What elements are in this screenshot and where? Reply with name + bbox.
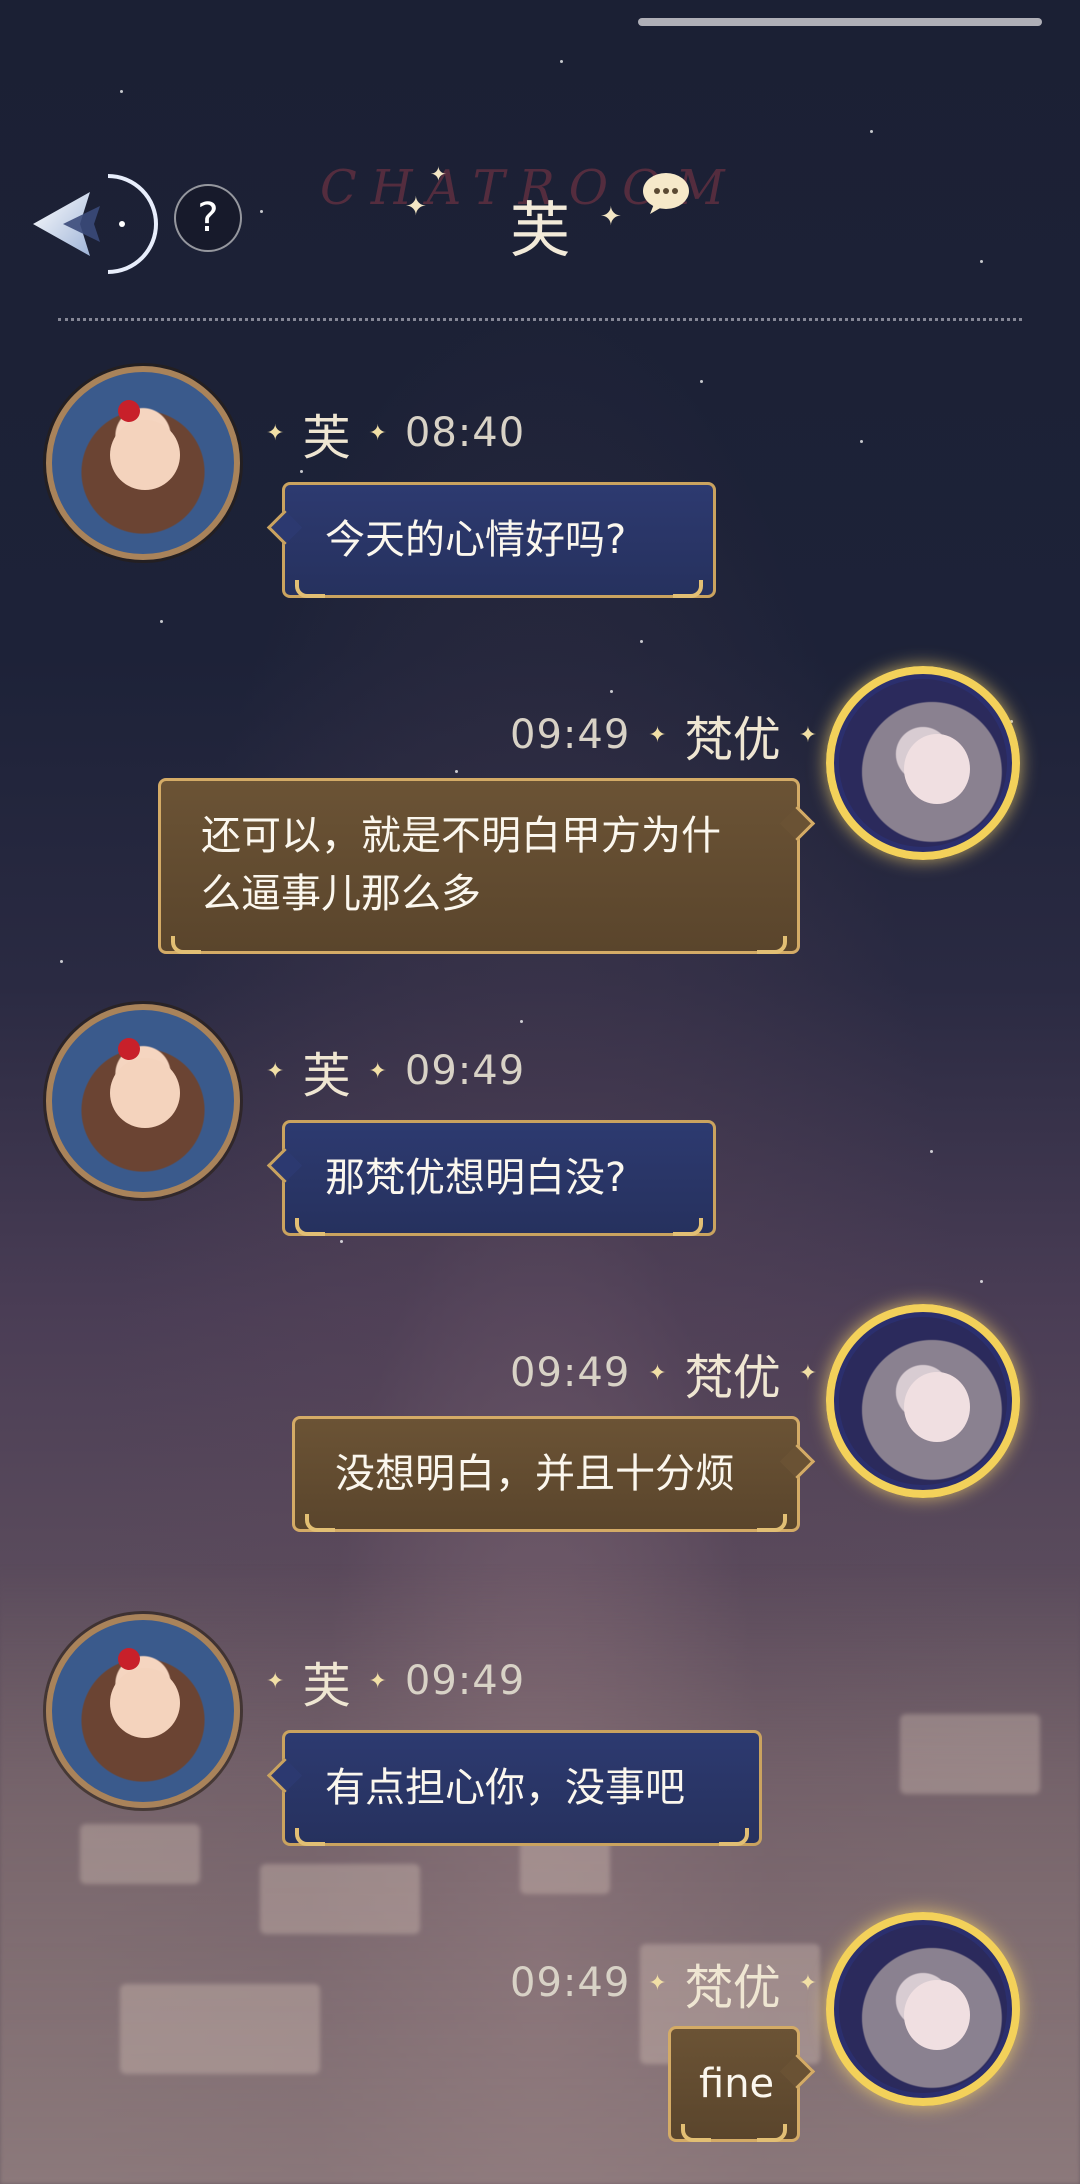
sparkle-icon: ✦ (648, 722, 667, 748)
sparkle-icon: ✦ (266, 1668, 285, 1694)
bubble-corner (305, 1514, 335, 1532)
bubble-corner (295, 1218, 325, 1236)
message-bubble[interactable]: 今天的心情好吗? (266, 482, 716, 598)
bubble-corner (673, 1218, 703, 1236)
message-time: 09:49 (404, 1658, 526, 1704)
bubble-corner (757, 2124, 787, 2142)
message-text: 还可以，就是不明白甲方为什么逼事儿那么多 (201, 813, 721, 917)
bubble-corner (295, 580, 325, 598)
bubble-tail (266, 1147, 303, 1184)
message-bubble[interactable]: fine (668, 2026, 816, 2142)
header-divider (58, 318, 1022, 321)
rose-decoration (118, 400, 140, 422)
avatar-face (110, 1668, 180, 1738)
message-time: 09:49 (510, 1350, 631, 1396)
bubble-tail (779, 1443, 816, 1480)
message-text: 那梵优想明白没? (325, 1155, 627, 1201)
sparkle-icon: ✦ (600, 202, 622, 232)
chat-header: ? CHATROOM ✦ ✦ 芙 ✦ (0, 150, 1080, 300)
bubble-tail (779, 805, 816, 842)
sender-name: 芙 (302, 410, 351, 466)
message-meta: 09:49 ✦ 梵优 ✦ (510, 1338, 817, 1408)
message-bubble[interactable]: 还可以，就是不明白甲方为什么逼事儿那么多 (158, 778, 816, 954)
avatar-fanyou[interactable] (826, 1304, 1020, 1498)
avatar-fanyou[interactable] (826, 1912, 1020, 2106)
bubble-corner (673, 580, 703, 598)
avatar-face (904, 1980, 970, 2050)
sparkle-icon: ✦ (648, 1970, 667, 1996)
bubble-corner (295, 1828, 325, 1846)
message-bubble[interactable]: 那梵优想明白没? (266, 1120, 716, 1236)
message-time: 09:49 (510, 712, 631, 758)
avatar-fu[interactable] (46, 1614, 240, 1808)
sparkle-icon: ✦ (368, 1058, 387, 1084)
sparkle-icon: ✦ (798, 1360, 818, 1386)
sparkle-icon: ✦ (648, 1360, 667, 1386)
avatar-face (904, 734, 970, 804)
rose-decoration (118, 1648, 140, 1670)
sparkle-icon: ✦ (266, 1058, 285, 1084)
sender-name: 梵优 (684, 1350, 781, 1406)
bubble-corner (681, 2124, 711, 2142)
sender-name: 芙 (302, 1658, 351, 1714)
avatar-face (904, 1372, 970, 1442)
message-text: fine (699, 2061, 775, 2107)
message-meta: ✦ 芙 ✦ 09:49 (266, 1646, 525, 1716)
bubble-corner (757, 936, 787, 954)
message-text: 有点担心你，没事吧 (325, 1765, 685, 1811)
sparkle-icon: ✦ (368, 1668, 387, 1694)
avatar-fu[interactable] (46, 1004, 240, 1198)
bubble-corner (171, 936, 201, 954)
message-text: 没想明白，并且十分烦 (335, 1451, 735, 1497)
rose-decoration (118, 1038, 140, 1060)
avatar-face (110, 1058, 180, 1128)
avatar-fu[interactable] (46, 366, 240, 560)
message-meta: ✦ 芙 ✦ 09:49 (266, 1036, 525, 1106)
bubble-corner (757, 1514, 787, 1532)
avatar-fanyou[interactable] (826, 666, 1020, 860)
sender-name: 芙 (302, 1048, 351, 1104)
message-meta: 09:49 ✦ 梵优 ✦ (510, 1948, 817, 2018)
sender-name: 梵优 (684, 712, 781, 768)
message-bubble[interactable]: 没想明白，并且十分烦 (292, 1416, 816, 1532)
sparkle-icon: ✦ (266, 420, 285, 446)
page-title: 芙 (510, 196, 570, 266)
sparkle-icon: ✦ (798, 1970, 818, 1996)
bubble-corner (719, 1828, 749, 1846)
status-bar-indicator (638, 18, 1042, 26)
message-text: 今天的心情好吗? (325, 517, 627, 563)
message-meta: ✦ 芙 ✦ 08:40 (266, 398, 525, 468)
avatar-face (110, 420, 180, 490)
sender-name: 梵优 (684, 1960, 781, 2016)
message-bubble[interactable]: 有点担心你，没事吧 (266, 1730, 762, 1846)
message-time: 09:49 (404, 1048, 526, 1094)
sparkle-icon: ✦ (368, 420, 387, 446)
message-time: 09:49 (510, 1960, 631, 2006)
sparkle-icon: ✦ (798, 722, 818, 748)
message-time: 08:40 (404, 410, 526, 456)
message-meta: 09:49 ✦ 梵优 ✦ (510, 700, 817, 770)
bubble-tail (266, 509, 303, 546)
chat-bubble-icon (643, 173, 689, 214)
